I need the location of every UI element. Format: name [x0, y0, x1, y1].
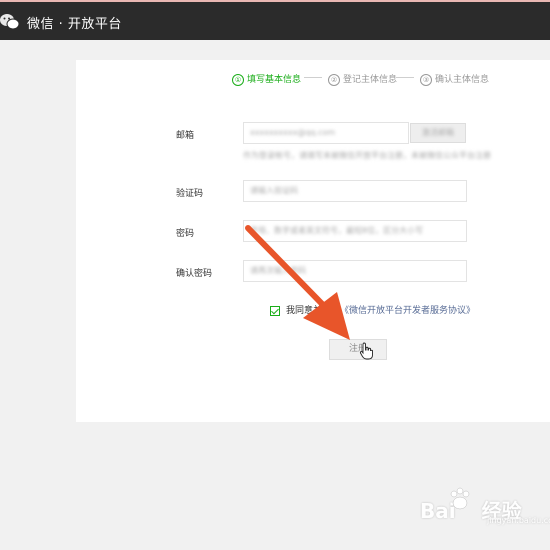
agree-checkbox[interactable] — [270, 305, 280, 316]
email-label: 邮箱 — [176, 131, 195, 141]
activate-email-label: 激活邮箱 — [422, 128, 454, 137]
password-field[interactable]: 字母、数字或者英文符号，最短8位，区分大小写 — [243, 220, 467, 242]
email-hint-text: 作为登录帐号，请填写未被微信开放平台注册，未被微信公众平台注册 — [243, 151, 491, 160]
step-number: ② — [328, 73, 340, 86]
step-number: ③ — [420, 73, 432, 86]
step-fill-basic-info: ① 填写基本信息 — [232, 72, 301, 86]
step-label: 填写基本信息 — [247, 75, 302, 85]
confirm-password-label: 确认密码 — [176, 269, 213, 279]
password-placeholder: 字母、数字或者英文符号，最短8位，区分大小写 — [250, 226, 424, 235]
step-confirm-entity: ③ 确认主体信息 — [420, 72, 489, 86]
agreement-link[interactable]: 《微信开放平台开发者服务协议》 — [340, 306, 475, 316]
activate-email-button[interactable]: 激活邮箱 — [410, 123, 466, 143]
email-field[interactable]: xxxxxxxxxx@qq.com — [243, 122, 409, 144]
step-divider — [304, 77, 322, 78]
email-hint: 作为登录帐号，请填写未被微信开放平台注册，未被微信公众平台注册 — [243, 150, 491, 161]
step-register-entity: ② 登记主体信息 — [328, 72, 397, 86]
verification-code-field[interactable]: 请输入验证码 — [243, 180, 467, 202]
password-label: 密码 — [176, 229, 195, 239]
verification-code-placeholder: 请输入验证码 — [250, 186, 298, 195]
confirm-password-placeholder: 请再次输入密码 — [250, 266, 306, 275]
agree-text: 我同意并遵守 — [286, 306, 341, 316]
top-bar: 微信 · 开放平台 — [0, 0, 550, 40]
watermark-url: jingyan.baidu.com — [487, 516, 550, 525]
agreement-row: 我同意并遵守《微信开放平台开发者服务协议》 — [270, 303, 475, 316]
email-value: xxxxxxxxxx@qq.com — [250, 128, 336, 137]
step-divider — [396, 77, 414, 78]
baidu-paw-icon — [450, 487, 470, 510]
verification-code-label: 验证码 — [176, 189, 204, 199]
register-button[interactable]: 注册 — [329, 339, 387, 360]
step-number: ① — [232, 73, 244, 86]
wechat-logo-icon — [0, 14, 20, 30]
confirm-password-field[interactable]: 请再次输入密码 — [243, 260, 467, 282]
hand-cursor-icon — [359, 342, 373, 360]
app-title[interactable]: 微信 · 开放平台 — [27, 13, 122, 32]
step-label: 确认主体信息 — [435, 75, 490, 85]
step-label: 登记主体信息 — [343, 75, 398, 85]
